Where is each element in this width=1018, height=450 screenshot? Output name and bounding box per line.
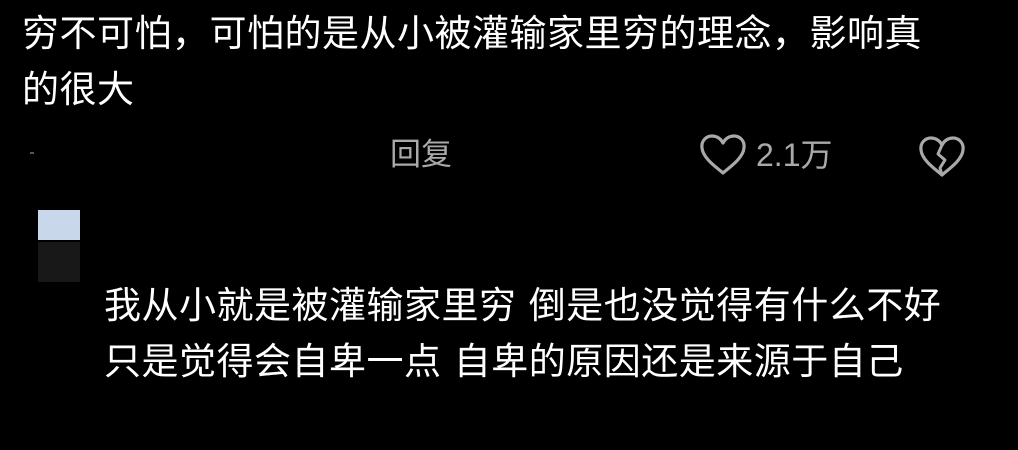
decorative-speck — [30, 152, 34, 154]
comment-action-bar: 回复 2.1万 — [0, 130, 1018, 180]
reply-button[interactable]: 回复 — [390, 134, 452, 176]
comment-text: 穷不可怕，可怕的是从小被灌输家里穷的理念，影响真的很大 — [22, 12, 922, 111]
broken-heart-icon[interactable] — [918, 136, 966, 178]
like-button[interactable]: 2.1万 — [698, 133, 833, 177]
avatar-upper-block — [38, 210, 80, 240]
avatar-lower-block — [38, 242, 80, 282]
heart-outline-icon[interactable] — [698, 133, 748, 177]
like-count: 2.1万 — [756, 137, 833, 173]
reply-avatar[interactable] — [38, 210, 80, 282]
reply-text: 我从小就是被灌输家里穷 倒是也没觉得有什么不好 只是觉得会自卑一点 自卑的原因还… — [104, 284, 942, 383]
